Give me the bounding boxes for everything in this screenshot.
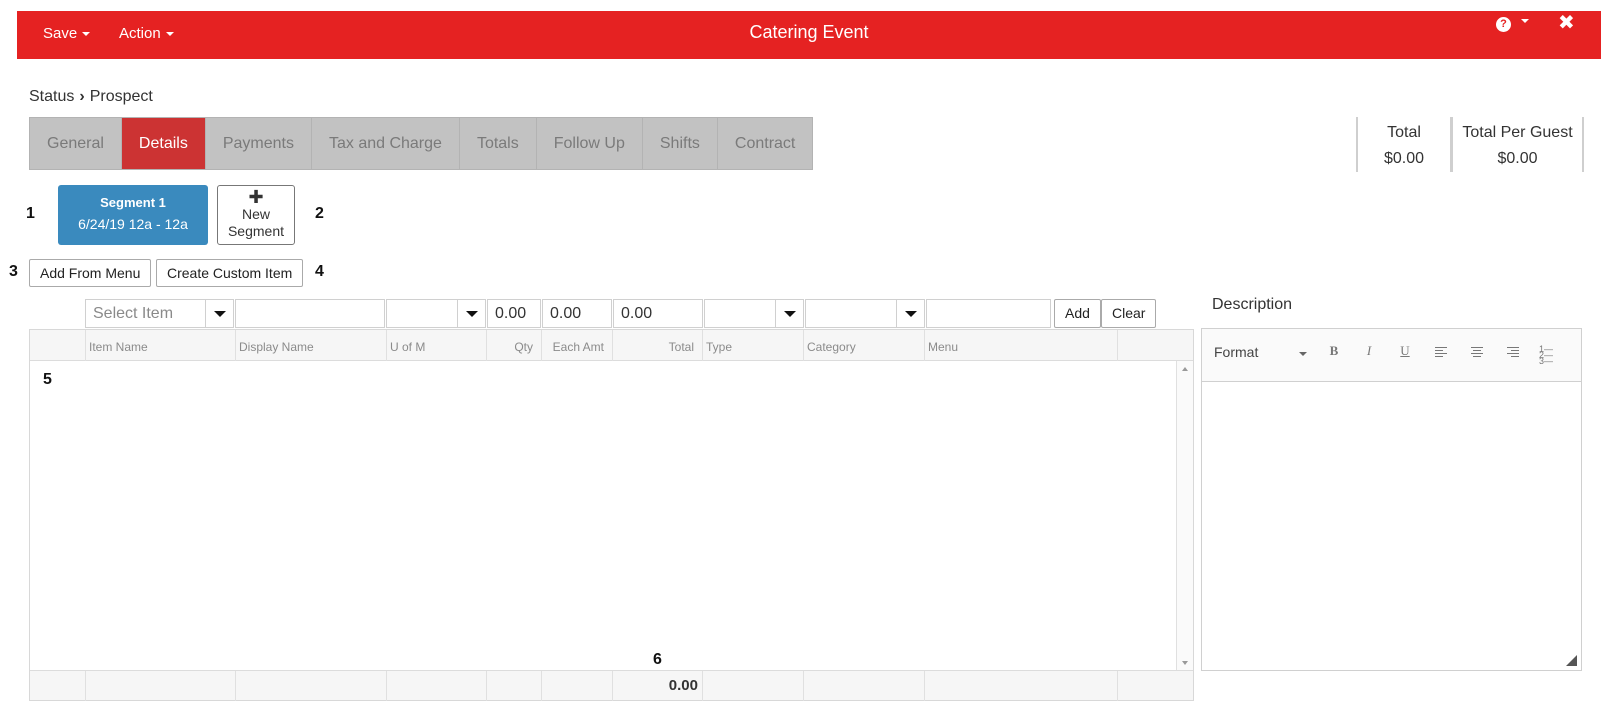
chevron-right-icon: › [79, 88, 85, 105]
grid-header: Item Name Display Name U of M Qty Each A… [30, 330, 1193, 361]
tab-contract[interactable]: Contract [718, 118, 812, 169]
resize-icon[interactable] [1566, 655, 1577, 666]
new-segment-button[interactable]: ✚ New Segment [217, 185, 295, 245]
header-bar: Save Action Catering Event [17, 11, 1601, 59]
dropdown-arrow-icon[interactable] [457, 300, 485, 327]
type-dropdown[interactable] [704, 299, 804, 328]
tab-totals[interactable]: Totals [460, 118, 537, 169]
add-from-menu-button[interactable]: Add From Menu [29, 259, 152, 287]
col-uom[interactable]: U of M [387, 330, 487, 361]
segment-1-button[interactable]: Segment 1 6/24/19 12a - 12a [58, 185, 208, 245]
page-title: Catering Event [749, 22, 869, 42]
item-entry-row: Select Item 0.00 0.00 0.00 Add Clear [0, 299, 1180, 328]
status-value[interactable]: Prospect [90, 88, 153, 105]
segment-name: Segment 1 [100, 195, 166, 210]
qty-input[interactable]: 0.00 [487, 299, 541, 328]
format-caret-icon[interactable] [1299, 352, 1307, 356]
segment-time: 6/24/19 12a - 12a [78, 216, 188, 232]
grid-footer: 0.00 [30, 670, 1193, 701]
col-qty[interactable]: Qty [487, 330, 542, 361]
description-label: Description [1212, 296, 1293, 313]
col-each-amt[interactable]: Each Amt [542, 330, 613, 361]
select-item-placeholder: Select Item [93, 305, 174, 322]
col-menu[interactable]: Menu [925, 330, 1118, 361]
per-guest-value: $0.00 [1497, 150, 1538, 167]
total-label: Total [1387, 124, 1421, 141]
editor-toolbar: Format B I U 1— 2— 3— [1202, 329, 1581, 382]
col-total[interactable]: Total [613, 330, 703, 361]
italic-icon[interactable]: I [1359, 343, 1379, 363]
per-guest-label: Total Per Guest [1462, 124, 1573, 141]
total-value: $0.00 [1383, 150, 1425, 167]
callout-3: 3 [9, 263, 18, 280]
align-center-icon[interactable] [1467, 343, 1487, 363]
ordered-list-icon[interactable]: 1— 2— 3— [1539, 343, 1559, 366]
dropdown-arrow-icon[interactable] [205, 300, 233, 327]
col-type[interactable]: Type [703, 330, 804, 361]
col-item-name[interactable]: Item Name [86, 330, 236, 361]
format-dropdown[interactable]: Format [1214, 344, 1258, 360]
footer-cell [487, 671, 542, 701]
dropdown-arrow-icon[interactable] [775, 300, 803, 327]
new-segment-label-2: Segment [227, 223, 285, 239]
clear-button[interactable]: Clear [1101, 299, 1157, 328]
footer-cell [30, 671, 86, 701]
plus-icon: ✚ [248, 187, 264, 207]
grid-body [30, 361, 1193, 671]
align-left-icon[interactable] [1431, 343, 1451, 363]
underline-icon[interactable]: U [1395, 343, 1415, 363]
each-amt-input[interactable]: 0.00 [542, 299, 612, 328]
col-category[interactable]: Category [804, 330, 925, 361]
help-caret-icon[interactable] [1521, 19, 1529, 23]
select-item-dropdown[interactable]: Select Item [85, 299, 234, 328]
category-dropdown[interactable] [805, 299, 925, 328]
footer-cell [236, 671, 387, 701]
new-segment-label-1: New [241, 206, 270, 222]
footer-cell [542, 671, 613, 701]
tab-details[interactable]: Details [121, 118, 206, 169]
close-icon[interactable]: ✖ [1558, 9, 1575, 37]
footer-total: 0.00 [613, 671, 703, 701]
dropdown-arrow-icon[interactable] [896, 300, 924, 327]
col-display-name[interactable]: Display Name [236, 330, 387, 361]
tab-general[interactable]: General [30, 118, 122, 169]
display-name-input[interactable] [235, 299, 385, 328]
total-box: Total $0.00 [1356, 117, 1452, 172]
menu-input[interactable] [926, 299, 1051, 328]
tab-bar: General Details Payments Tax and Charge … [29, 117, 814, 170]
scroll-down-icon[interactable] [1182, 661, 1188, 665]
callout-2: 2 [315, 205, 324, 222]
footer-cell [703, 671, 804, 701]
status-breadcrumb: Status › Prospect [29, 88, 153, 106]
scroll-up-icon[interactable] [1182, 367, 1188, 371]
tab-shifts[interactable]: Shifts [643, 118, 718, 169]
help-icon[interactable]: ? [1496, 17, 1511, 32]
uom-dropdown[interactable] [386, 299, 486, 328]
footer-cell [387, 671, 487, 701]
items-grid: Item Name Display Name U of M Qty Each A… [29, 329, 1194, 701]
tab-follow-up[interactable]: Follow Up [537, 118, 643, 169]
bold-icon[interactable]: B [1324, 343, 1344, 363]
tab-tax-and-charge[interactable]: Tax and Charge [312, 118, 460, 169]
total-input[interactable]: 0.00 [613, 299, 703, 328]
grid-header-spacer [30, 330, 86, 361]
status-label: Status [29, 88, 75, 105]
tab-payments[interactable]: Payments [206, 118, 312, 169]
grid-scrollbar[interactable] [1176, 361, 1193, 671]
callout-4: 4 [315, 263, 324, 280]
per-guest-box: Total Per Guest $0.00 [1451, 117, 1584, 172]
description-editor[interactable]: Format B I U 1— 2— 3— [1201, 328, 1582, 671]
footer-cell [804, 671, 925, 701]
align-right-icon[interactable] [1503, 343, 1523, 363]
footer-cell [86, 671, 236, 701]
create-custom-item-button[interactable]: Create Custom Item [156, 259, 304, 287]
add-button[interactable]: Add [1054, 299, 1101, 328]
callout-1: 1 [26, 205, 35, 222]
footer-cell [925, 671, 1118, 701]
